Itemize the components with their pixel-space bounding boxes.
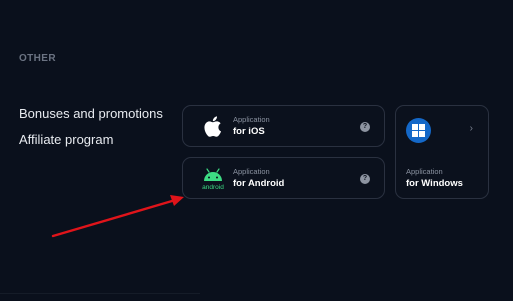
android-app-caption: Application (233, 167, 270, 176)
info-icon[interactable]: ? (360, 174, 370, 184)
windows-icon (406, 118, 431, 143)
windows-app-title: for Windows (406, 178, 463, 189)
apple-icon (204, 116, 221, 137)
ios-app-title: for iOS (233, 126, 265, 137)
info-icon[interactable]: ? (360, 122, 370, 132)
bonuses-link[interactable]: Bonuses and promotions (19, 106, 163, 121)
ios-app-caption: Application (233, 115, 270, 124)
ios-app-card[interactable]: Application for iOS ? (182, 105, 385, 147)
affiliate-link[interactable]: Affiliate program (19, 132, 113, 147)
windows-app-card[interactable]: › Application for Windows (395, 105, 489, 199)
section-title: OTHER (19, 53, 56, 64)
android-icon: android (202, 168, 224, 191)
android-app-title: for Android (233, 178, 285, 189)
android-icon-text: android (202, 184, 224, 191)
chevron-right-icon: › (469, 123, 473, 134)
divider (0, 293, 200, 294)
windows-app-caption: Application (406, 167, 443, 176)
android-app-card[interactable]: android Application for Android ? (182, 157, 385, 199)
